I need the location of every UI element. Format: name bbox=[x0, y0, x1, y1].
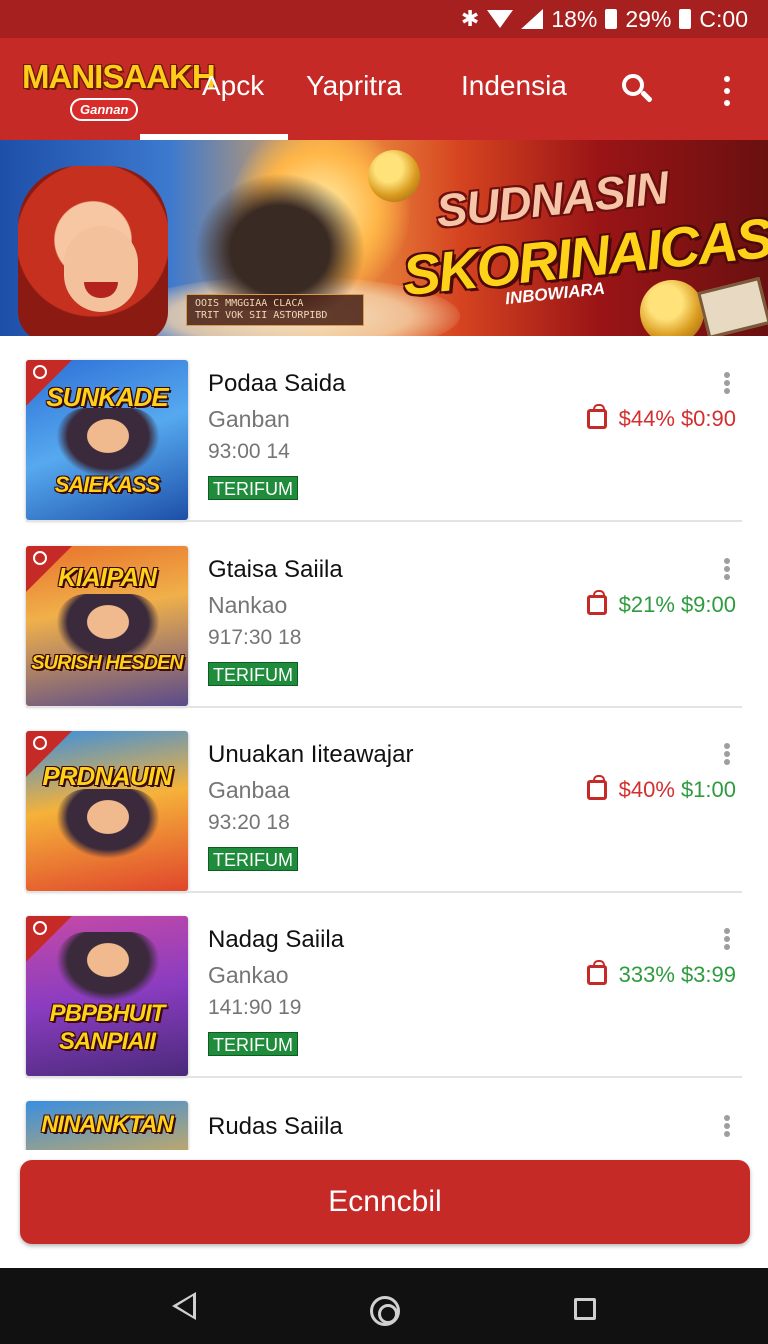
status-badge: TERIFUM bbox=[208, 476, 298, 500]
price-value: $1:00 bbox=[680, 777, 736, 802]
card-tile-icon bbox=[697, 276, 768, 336]
shopping-bag-icon bbox=[586, 404, 607, 429]
price-info[interactable]: $44% $0:90 bbox=[586, 404, 736, 432]
battery-percent-1: 18% bbox=[551, 5, 598, 32]
battery-icon bbox=[605, 9, 618, 29]
item-more-icon[interactable] bbox=[724, 928, 730, 950]
list-item[interactable]: SUNKADE SAIEKASS Podaa Saida Ganban 93:0… bbox=[0, 336, 768, 522]
thumbnail-title-bottom: PBPBHUIT SANPIAII bbox=[49, 1000, 166, 1055]
tag-icon bbox=[33, 365, 47, 379]
item-name: Unuakan Iiteawajar bbox=[208, 741, 414, 768]
bluetooth-icon: ✱ bbox=[460, 6, 480, 31]
coin-icon bbox=[640, 280, 704, 336]
logo-subtext: Gannan bbox=[70, 98, 139, 121]
item-publisher: Ganban bbox=[208, 406, 290, 432]
price-discount: $44% bbox=[618, 406, 675, 431]
game-thumbnail[interactable]: PBPBHUIT SANPIAII bbox=[26, 916, 188, 1076]
app-bar: MANISAAKH Gannan Apck Yapritra Indensia bbox=[0, 38, 768, 140]
tab-indensia[interactable]: Indensia bbox=[461, 70, 567, 102]
tag-icon bbox=[33, 551, 47, 565]
thumbnail-characters bbox=[56, 408, 160, 478]
game-thumbnail[interactable]: SUNKADE SAIEKASS bbox=[26, 360, 188, 520]
list-item[interactable]: PRDNAUIN Unuakan Iiteawajar Ganbaa 93:20… bbox=[0, 707, 768, 893]
shopping-bag-icon bbox=[586, 775, 607, 800]
status-badge: TERIFUM bbox=[208, 847, 298, 871]
thumbnail-title-bottom: SURISH HESDEN bbox=[31, 652, 183, 674]
home-icon[interactable] bbox=[370, 1296, 400, 1326]
banner-fighters-group bbox=[180, 160, 380, 310]
price-info[interactable]: $21% $9:00 bbox=[586, 590, 736, 618]
game-thumbnail[interactable]: PRDNAUIN bbox=[26, 731, 188, 891]
corner-ribbon bbox=[26, 731, 72, 777]
signal-icon bbox=[521, 9, 544, 29]
corner-ribbon bbox=[26, 360, 72, 406]
bottom-action-area: Ecnncbil bbox=[0, 1150, 768, 1268]
thumbnail-title-top: NINANKTAN bbox=[41, 1111, 174, 1138]
overflow-menu-icon[interactable] bbox=[722, 76, 732, 106]
item-name: Podaa Saida bbox=[208, 370, 346, 397]
list-item[interactable]: KIAIPAN SURISH HESDEN Gtaisa Saiila Nank… bbox=[0, 522, 768, 708]
price-value: $3:99 bbox=[680, 962, 736, 987]
item-publisher: Nankao bbox=[208, 592, 288, 618]
item-name: Nadag Saiila bbox=[208, 926, 345, 953]
logo-text: MANISAAKH bbox=[22, 58, 216, 95]
clock: C:00 bbox=[699, 5, 748, 32]
primary-action-button[interactable]: Ecnncbil bbox=[20, 1160, 750, 1244]
price-discount: 333% bbox=[618, 962, 675, 987]
item-more-icon[interactable] bbox=[724, 372, 730, 394]
battery-icon-2 bbox=[679, 9, 692, 29]
item-name: Rudas Saiila bbox=[208, 1113, 343, 1140]
status-badge: TERIFUM bbox=[208, 662, 298, 686]
search-icon[interactable] bbox=[622, 74, 654, 106]
banner-hero-face bbox=[64, 226, 138, 312]
game-thumbnail[interactable]: NINANKTAN bbox=[26, 1101, 188, 1150]
wifi-icon bbox=[487, 10, 514, 28]
game-list: SUNKADE SAIEKASS Podaa Saida Ganban 93:0… bbox=[0, 336, 768, 1150]
system-nav-bar bbox=[0, 1268, 768, 1344]
banner-plate-line1: OOIS MMGGIAA CLACA bbox=[195, 298, 304, 309]
item-more-icon[interactable] bbox=[724, 743, 730, 765]
game-thumbnail[interactable]: KIAIPAN SURISH HESDEN bbox=[26, 546, 188, 706]
item-more-icon[interactable] bbox=[724, 1115, 730, 1137]
price-info[interactable]: $40% $1:00 bbox=[586, 775, 736, 803]
recents-icon[interactable] bbox=[574, 1298, 596, 1320]
item-publisher: Gankao bbox=[208, 962, 289, 988]
coin-icon bbox=[368, 150, 420, 202]
thumbnail-characters bbox=[56, 789, 160, 859]
price-discount: $40% bbox=[618, 777, 675, 802]
corner-ribbon bbox=[26, 916, 72, 962]
back-icon[interactable] bbox=[172, 1292, 196, 1320]
battery-percent-2: 29% bbox=[625, 5, 672, 32]
item-more-icon[interactable] bbox=[724, 558, 730, 580]
tab-yapritra[interactable]: Yapritra bbox=[306, 70, 402, 102]
shopping-bag-icon bbox=[586, 590, 607, 615]
banner-info-plate: OOIS MMGGIAA CLACA TRIT VOK SII ASTORPIB… bbox=[186, 294, 364, 326]
promo-banner[interactable]: SUDNASIN SKORINAICAS INBOWIARA OOIS MMGG… bbox=[0, 140, 768, 336]
item-publisher: Ganbaa bbox=[208, 777, 290, 803]
status-badge: TERIFUM bbox=[208, 1032, 298, 1056]
price-info[interactable]: 333% $3:99 bbox=[586, 960, 736, 988]
item-name: Gtaisa Saiila bbox=[208, 556, 343, 583]
banner-plate-line2: TRIT VOK SII ASTORPIBD bbox=[195, 310, 328, 321]
corner-ribbon bbox=[26, 546, 72, 592]
price-value: $9:00 bbox=[680, 592, 736, 617]
tag-icon bbox=[33, 921, 47, 935]
list-item[interactable]: NINANKTAN Rudas Saiila bbox=[0, 1077, 768, 1150]
item-meta: 93:20 18 bbox=[208, 811, 290, 834]
tag-icon bbox=[33, 736, 47, 750]
item-meta: 141:90 19 bbox=[208, 996, 302, 1019]
shopping-bag-icon bbox=[586, 960, 607, 985]
app-logo[interactable]: MANISAAKH Gannan bbox=[20, 56, 216, 128]
item-meta: 917:30 18 bbox=[208, 626, 302, 649]
tab-apck[interactable]: Apck bbox=[202, 70, 264, 102]
price-value: $0:90 bbox=[680, 406, 736, 431]
list-item[interactable]: PBPBHUIT SANPIAII Nadag Saiila Gankao 14… bbox=[0, 892, 768, 1078]
price-discount: $21% bbox=[618, 592, 675, 617]
thumbnail-title-bottom: SAIEKASS bbox=[54, 472, 160, 497]
status-bar: ✱ 18% 29% C:00 bbox=[0, 0, 768, 38]
item-meta: 93:00 14 bbox=[208, 440, 290, 463]
